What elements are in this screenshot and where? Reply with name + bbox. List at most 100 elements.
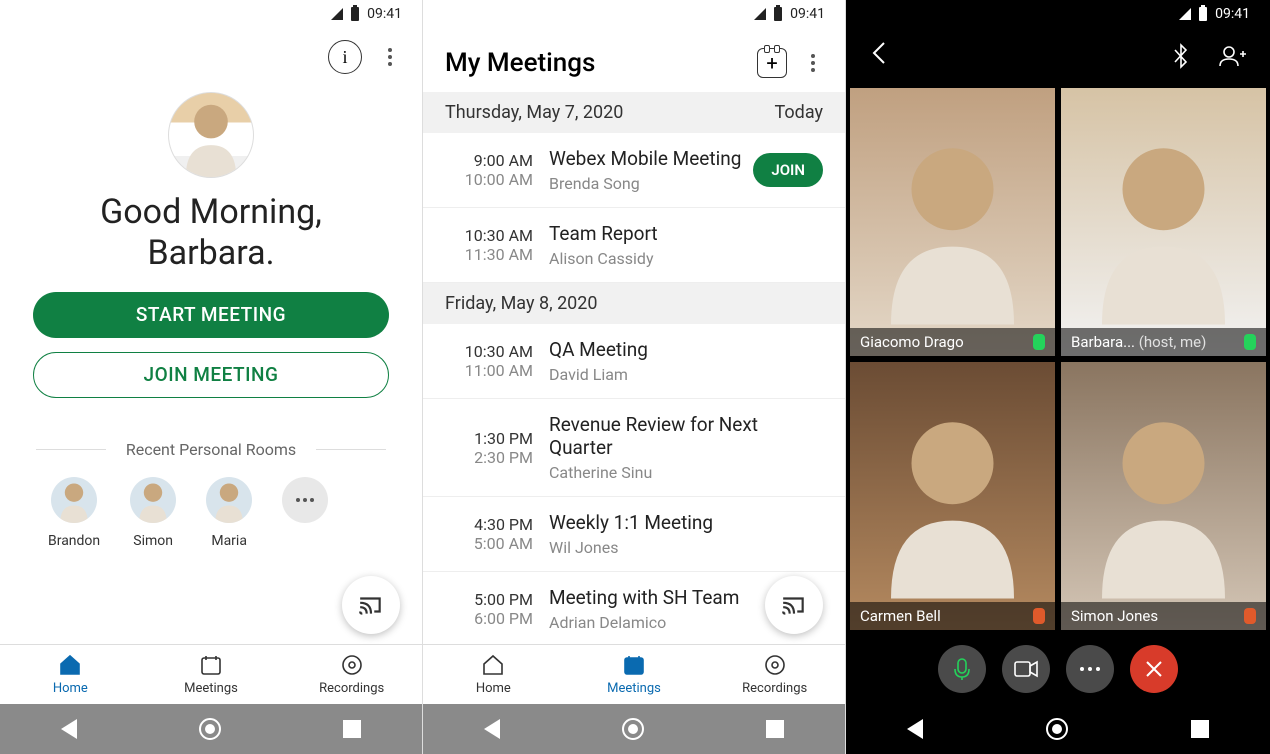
participant-tile[interactable]: Carmen Bell bbox=[850, 362, 1055, 630]
tab-meetings[interactable]: Meetings bbox=[564, 645, 705, 704]
home-nav-icon[interactable] bbox=[1046, 718, 1068, 740]
participant-name: Carmen Bell bbox=[860, 607, 941, 625]
recent-more-button[interactable] bbox=[282, 477, 328, 523]
meeting-row[interactable]: 4:30 PM5:00 AMWeekly 1:1 MeetingWil Jone… bbox=[423, 497, 845, 572]
meeting-row[interactable]: 10:30 AM11:00 AM QA Meeting David Liam bbox=[423, 324, 845, 399]
meeting-title: Weekly 1:1 Meeting bbox=[549, 511, 823, 534]
mute-button[interactable] bbox=[938, 645, 986, 693]
meeting-row[interactable]: 1:30 PM2:30 PMRevenue Review for Next Qu… bbox=[423, 399, 845, 497]
battery-icon bbox=[351, 7, 359, 21]
meeting-title: Revenue Review for Next Quarter bbox=[549, 413, 823, 459]
bluetooth-icon[interactable] bbox=[1170, 43, 1192, 69]
meeting-time: 5:00 PM6:00 PM bbox=[445, 590, 533, 628]
participant-name: Barbara... (host, me) bbox=[1071, 333, 1206, 351]
more-options-button[interactable] bbox=[1066, 645, 1114, 693]
overflow-menu-icon[interactable] bbox=[803, 49, 823, 77]
recent-room[interactable]: Brandon bbox=[48, 477, 100, 549]
tab-home[interactable]: Home bbox=[423, 645, 564, 704]
tab-home[interactable]: Home bbox=[0, 645, 141, 704]
meeting-time: 9:00 AM10:00 AM bbox=[445, 151, 533, 189]
ellipsis-icon bbox=[282, 477, 328, 523]
home-icon bbox=[58, 653, 82, 677]
recent-room-name: Maria bbox=[206, 533, 252, 549]
meeting-title: Team Report bbox=[549, 222, 823, 245]
meeting-host: Alison Cassidy bbox=[549, 249, 823, 268]
add-participant-icon[interactable] bbox=[1218, 44, 1246, 68]
greeting: Good Morning, Barbara. bbox=[0, 192, 422, 292]
back-icon[interactable] bbox=[907, 719, 923, 739]
info-icon[interactable]: i bbox=[328, 40, 362, 74]
back-icon[interactable] bbox=[61, 719, 77, 739]
recents-nav-icon[interactable] bbox=[343, 720, 361, 738]
status-time: 09:41 bbox=[790, 6, 825, 22]
cast-button[interactable] bbox=[765, 576, 823, 634]
recents-nav-icon[interactable] bbox=[766, 720, 784, 738]
mic-off-icon bbox=[1244, 608, 1256, 624]
meeting-row[interactable]: 9:00 AM10:00 AM Webex Mobile Meeting Brend… bbox=[423, 133, 845, 208]
end-call-button[interactable] bbox=[1130, 645, 1178, 693]
participant-tile[interactable]: Giacomo Drago bbox=[850, 88, 1055, 356]
meeting-host: David Liam bbox=[549, 365, 823, 384]
home-nav-icon[interactable] bbox=[622, 718, 644, 740]
participant-tile[interactable]: Barbara... (host, me) bbox=[1061, 88, 1266, 356]
mic-off-icon bbox=[1033, 608, 1045, 624]
meeting-time: 4:30 PM5:00 AM bbox=[445, 515, 533, 553]
back-button[interactable] bbox=[870, 39, 888, 74]
recent-room[interactable]: Simon bbox=[130, 477, 176, 549]
start-meeting-button[interactable]: START MEETING bbox=[33, 292, 389, 338]
microphone-icon bbox=[952, 657, 972, 681]
bottom-tab-bar: Home Meetings Recordings bbox=[423, 644, 845, 704]
battery-icon bbox=[774, 7, 782, 21]
meeting-time: 10:30 AM11:30 AM bbox=[445, 226, 533, 264]
cast-icon bbox=[781, 592, 807, 618]
chevron-left-icon bbox=[870, 39, 888, 67]
home-icon bbox=[481, 653, 505, 677]
status-bar: 09:41 bbox=[423, 0, 845, 28]
cast-icon bbox=[358, 592, 384, 618]
participant-tile[interactable]: Simon Jones bbox=[1061, 362, 1266, 630]
calendar-icon bbox=[622, 653, 646, 677]
signal-icon bbox=[1179, 8, 1191, 20]
calendar-icon bbox=[199, 653, 223, 677]
join-button[interactable]: JOIN bbox=[753, 153, 823, 187]
tab-recordings[interactable]: Recordings bbox=[704, 645, 845, 704]
overflow-menu-icon[interactable] bbox=[380, 43, 400, 71]
meeting-title: Webex Mobile Meeting bbox=[549, 147, 753, 170]
page-title: My Meetings bbox=[445, 48, 741, 78]
record-icon bbox=[763, 653, 787, 677]
mic-on-icon bbox=[1244, 334, 1256, 350]
day-header: Friday, May 8, 2020 bbox=[423, 283, 845, 324]
status-time: 09:41 bbox=[367, 6, 402, 22]
battery-icon bbox=[1199, 7, 1207, 21]
meeting-host: Brenda Song bbox=[549, 174, 753, 193]
meeting-row[interactable]: 10:30 AM11:30 AM Team Report Alison Cassid… bbox=[423, 208, 845, 283]
recent-rooms-header: Recent Personal Rooms bbox=[0, 440, 422, 459]
cast-button[interactable] bbox=[342, 576, 400, 634]
back-icon[interactable] bbox=[484, 719, 500, 739]
record-icon bbox=[340, 653, 364, 677]
android-nav-bar bbox=[423, 704, 845, 754]
status-bar: 09:41 bbox=[846, 0, 1270, 28]
camera-icon bbox=[1014, 660, 1038, 678]
call-controls bbox=[846, 634, 1270, 704]
android-nav-bar bbox=[0, 704, 422, 754]
meeting-title: QA Meeting bbox=[549, 338, 823, 361]
user-avatar[interactable] bbox=[168, 92, 254, 178]
meeting-time: 10:30 AM11:00 AM bbox=[445, 342, 533, 380]
meetings-list: Thursday, May 7, 2020Today9:00 AM10:00 A… bbox=[423, 92, 845, 644]
tab-meetings[interactable]: Meetings bbox=[141, 645, 282, 704]
tab-recordings[interactable]: Recordings bbox=[281, 645, 422, 704]
home-nav-icon[interactable] bbox=[199, 718, 221, 740]
participant-name: Simon Jones bbox=[1071, 607, 1158, 625]
android-nav-bar bbox=[846, 704, 1270, 754]
video-button[interactable] bbox=[1002, 645, 1050, 693]
close-icon bbox=[1144, 659, 1164, 679]
recents-nav-icon[interactable] bbox=[1191, 720, 1209, 738]
signal-icon bbox=[331, 8, 343, 20]
add-meeting-button[interactable]: + bbox=[757, 48, 787, 78]
recent-room-name: Simon bbox=[130, 533, 176, 549]
day-header: Thursday, May 7, 2020Today bbox=[423, 92, 845, 133]
recent-room[interactable]: Maria bbox=[206, 477, 252, 549]
bottom-tab-bar: Home Meetings Recordings bbox=[0, 644, 422, 704]
join-meeting-button[interactable]: JOIN MEETING bbox=[33, 352, 389, 398]
